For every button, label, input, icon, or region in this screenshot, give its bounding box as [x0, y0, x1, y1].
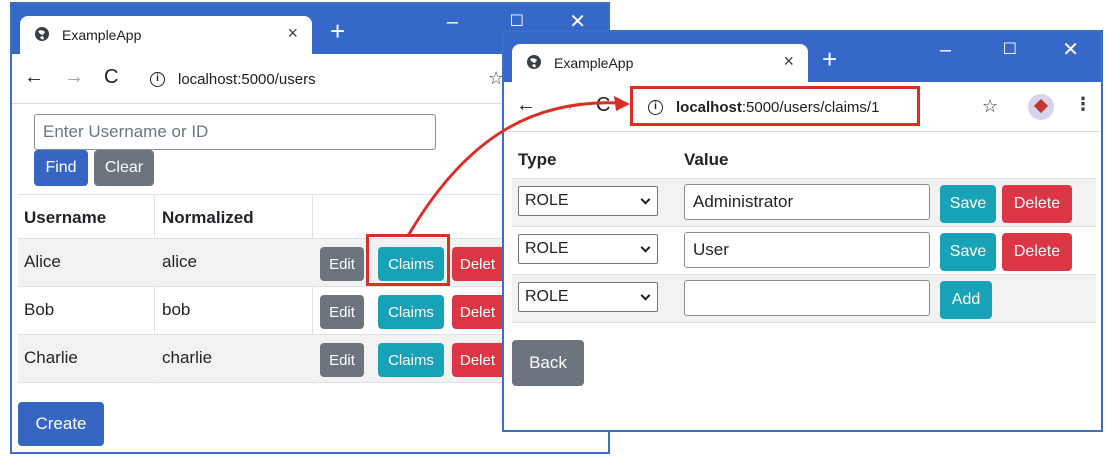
browser-tab[interactable]: ExampleApp × [512, 44, 808, 82]
claim-value-input[interactable] [684, 280, 930, 316]
normalized-cell: bob [162, 300, 191, 319]
save-button[interactable]: Save [940, 233, 996, 271]
column-header-type: Type [518, 150, 557, 169]
username-cell: Charlie [24, 348, 78, 367]
menu-kebab-icon[interactable]: ⋮ [1074, 94, 1092, 115]
claim-value-input[interactable]: User [684, 232, 930, 268]
edit-button[interactable]: Edit [320, 247, 364, 281]
find-button[interactable]: Find [34, 150, 88, 186]
column-header-normalized: Normalized [162, 208, 254, 227]
new-tab-icon[interactable]: + [822, 46, 837, 72]
add-button[interactable]: Add [940, 281, 992, 319]
close-window-icon[interactable]: ✕ [569, 12, 586, 32]
back-arrow-icon[interactable]: ← [516, 94, 536, 116]
forward-arrow-icon[interactable]: → [556, 94, 576, 116]
edit-button[interactable]: Edit [320, 343, 364, 377]
forward-arrow-icon[interactable]: → [64, 66, 84, 88]
claim-type-value: ROLE [525, 240, 569, 257]
edit-button[interactable]: Edit [320, 295, 364, 329]
reload-icon[interactable]: C [104, 66, 118, 88]
claims-button-highlight [366, 234, 450, 286]
close-window-icon[interactable]: ✕ [1062, 40, 1079, 60]
close-tab-icon[interactable]: × [783, 51, 794, 72]
claim-type-value: ROLE [525, 192, 569, 209]
clear-button[interactable]: Clear [94, 150, 154, 186]
minimize-icon[interactable]: – [447, 12, 458, 32]
url-highlight [630, 86, 920, 126]
claim-type-select[interactable]: ROLE [518, 186, 658, 216]
claim-type-value: ROLE [525, 288, 569, 305]
column-header-value: Value [684, 150, 729, 169]
close-tab-icon[interactable]: × [287, 23, 298, 44]
column-header-username: Username [24, 208, 107, 227]
screenshot-canvas: ExampleApp × + – ☐ ✕ ← → C i localhost:5… [0, 0, 1107, 460]
delete-button[interactable]: Delete [1002, 185, 1072, 223]
username-cell: Alice [24, 252, 61, 271]
save-button[interactable]: Save [940, 185, 996, 223]
normalized-cell: alice [162, 252, 197, 271]
globe-icon [527, 55, 541, 69]
claim-value-input[interactable]: Administrator [684, 184, 930, 220]
tab-title: ExampleApp [554, 55, 634, 71]
chevron-down-icon [640, 194, 651, 205]
claim-type-select[interactable]: ROLE [518, 234, 658, 264]
claim-row: ROLE Administrator Save Delete [512, 178, 1096, 226]
chevron-down-icon [640, 290, 651, 301]
maximize-icon[interactable]: ☐ [1003, 40, 1017, 60]
claims-button[interactable]: Claims [378, 295, 444, 329]
address-bar[interactable]: localhost:5000/users [178, 71, 316, 88]
claim-row: ROLE Add [512, 274, 1096, 322]
maximize-icon[interactable]: ☐ [510, 12, 524, 32]
claim-row: ROLE User Save Delete [512, 226, 1096, 274]
delete-button[interactable]: Delete [1002, 233, 1072, 271]
table-bottom-border [512, 322, 1096, 323]
globe-icon [35, 27, 49, 41]
back-button[interactable]: Back [512, 340, 584, 386]
tab-title: ExampleApp [62, 27, 142, 43]
claims-button[interactable]: Claims [378, 343, 444, 377]
chevron-down-icon [640, 242, 651, 253]
browser-tab[interactable]: ExampleApp × [20, 16, 312, 54]
info-icon[interactable]: i [150, 72, 165, 87]
new-tab-icon[interactable]: + [330, 18, 345, 44]
search-input[interactable]: Enter Username or ID [34, 114, 436, 150]
create-button[interactable]: Create [18, 402, 104, 446]
claim-type-select[interactable]: ROLE [518, 282, 658, 312]
title-bar: ExampleApp × + – ☐ ✕ [504, 32, 1101, 82]
normalized-cell: charlie [162, 348, 213, 367]
profile-avatar-icon[interactable] [1028, 94, 1054, 120]
back-arrow-icon[interactable]: ← [24, 66, 44, 88]
username-cell: Bob [24, 300, 55, 319]
reload-icon[interactable]: C [596, 94, 610, 116]
bookmark-star-icon[interactable]: ☆ [982, 96, 998, 117]
minimize-icon[interactable]: – [940, 40, 951, 60]
